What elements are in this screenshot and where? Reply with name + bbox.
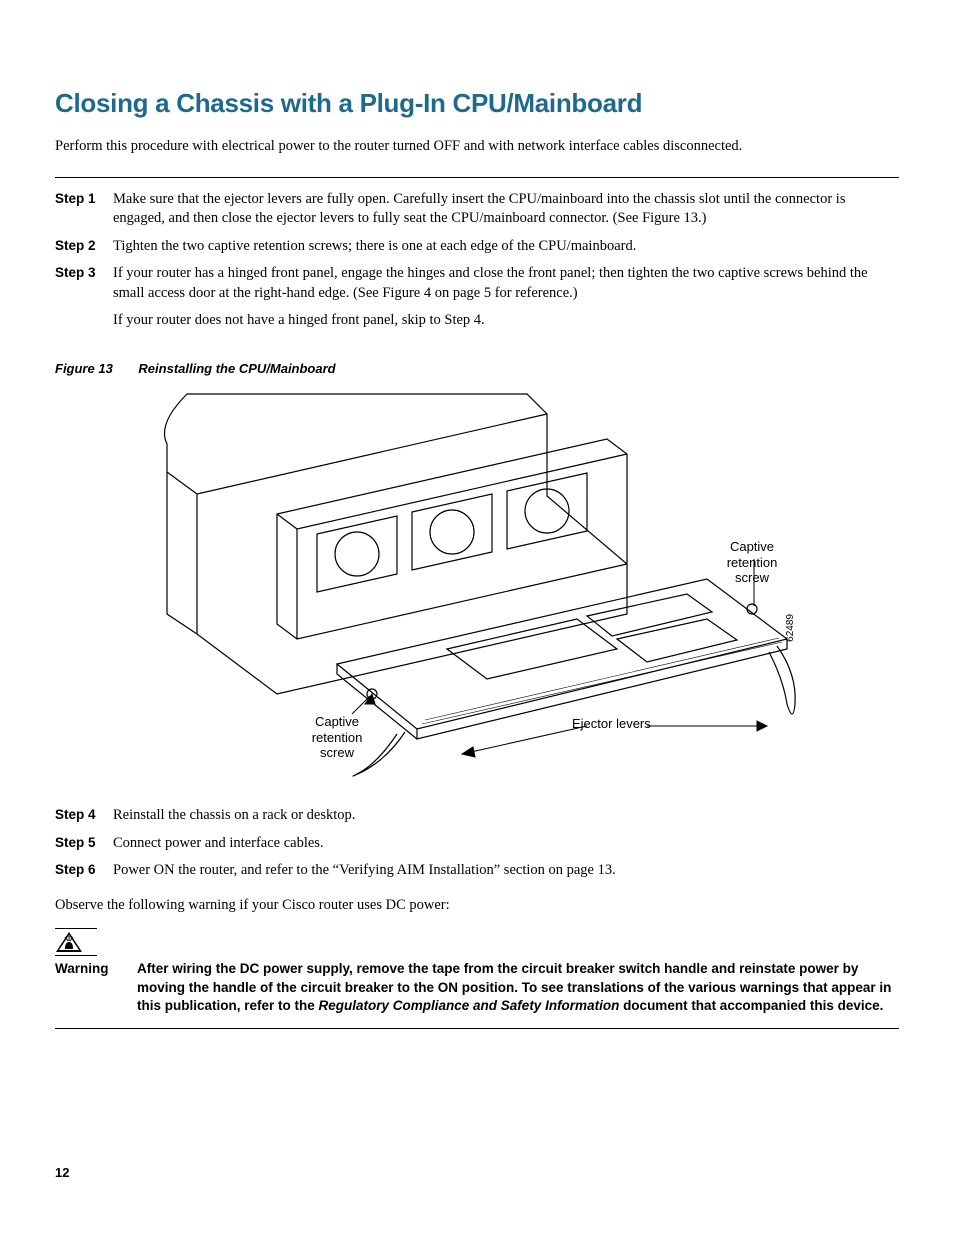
- figure-caption: Figure 13 Reinstalling the CPU/Mainboard: [55, 361, 899, 376]
- callout-left-screw: Captiveretentionscrew: [302, 714, 372, 761]
- page-number: 12: [55, 1165, 69, 1180]
- step-label: Step 5: [55, 832, 113, 860]
- callout-ejector: Ejector levers: [572, 716, 651, 732]
- step-label: Step 6: [55, 859, 113, 887]
- steps-table-a: Step 1 Make sure that the ejector levers…: [55, 188, 899, 337]
- step-text: Tighten the two captive retention screws…: [113, 235, 899, 263]
- warning-label: Warning: [55, 960, 137, 1017]
- step-text: Make sure that the ejector levers are fu…: [113, 188, 899, 235]
- step-row: Step 4 Reinstall the chassis on a rack o…: [55, 804, 899, 832]
- chassis-diagram-svg: [147, 384, 807, 784]
- warning-rule: [55, 928, 97, 929]
- step-text: Power ON the router, and refer to the “V…: [113, 859, 899, 887]
- step-row: Step 6 Power ON the router, and refer to…: [55, 859, 899, 887]
- warning-block: Warning After wiring the DC power supply…: [55, 928, 899, 1017]
- step-row: Step 5 Connect power and interface cable…: [55, 832, 899, 860]
- figure-number: Figure 13: [55, 361, 113, 376]
- divider: [55, 1028, 899, 1029]
- warning-icon: [55, 931, 83, 953]
- steps-table-b: Step 4 Reinstall the chassis on a rack o…: [55, 804, 899, 887]
- step-row: Step 3 If your router has a hinged front…: [55, 262, 899, 337]
- step-text: Reinstall the chassis on a rack or deskt…: [113, 804, 899, 832]
- observe-paragraph: Observe the following warning if your Ci…: [55, 897, 899, 914]
- figure-title: Reinstalling the CPU/Mainboard: [138, 361, 335, 376]
- step-row: Step 2 Tighten the two captive retention…: [55, 235, 899, 263]
- step-label: Step 1: [55, 188, 113, 235]
- step-text: If your router has a hinged front panel,…: [113, 262, 899, 337]
- intro-paragraph: Perform this procedure with electrical p…: [55, 137, 899, 157]
- step-row: Step 1 Make sure that the ejector levers…: [55, 188, 899, 235]
- step-label: Step 4: [55, 804, 113, 832]
- step-label: Step 3: [55, 262, 113, 337]
- callout-right-screw: Captiveretentionscrew: [717, 539, 787, 586]
- figure-illustration: Captiveretentionscrew Captiveretentionsc…: [147, 384, 807, 784]
- divider: [55, 177, 899, 178]
- figure-ident-number: 62489: [785, 614, 796, 642]
- step-label: Step 2: [55, 235, 113, 263]
- step-text: Connect power and interface cables.: [113, 832, 899, 860]
- warning-text: After wiring the DC power supply, remove…: [137, 960, 899, 1017]
- section-title: Closing a Chassis with a Plug-In CPU/Mai…: [55, 88, 899, 119]
- warning-rule: [55, 955, 97, 956]
